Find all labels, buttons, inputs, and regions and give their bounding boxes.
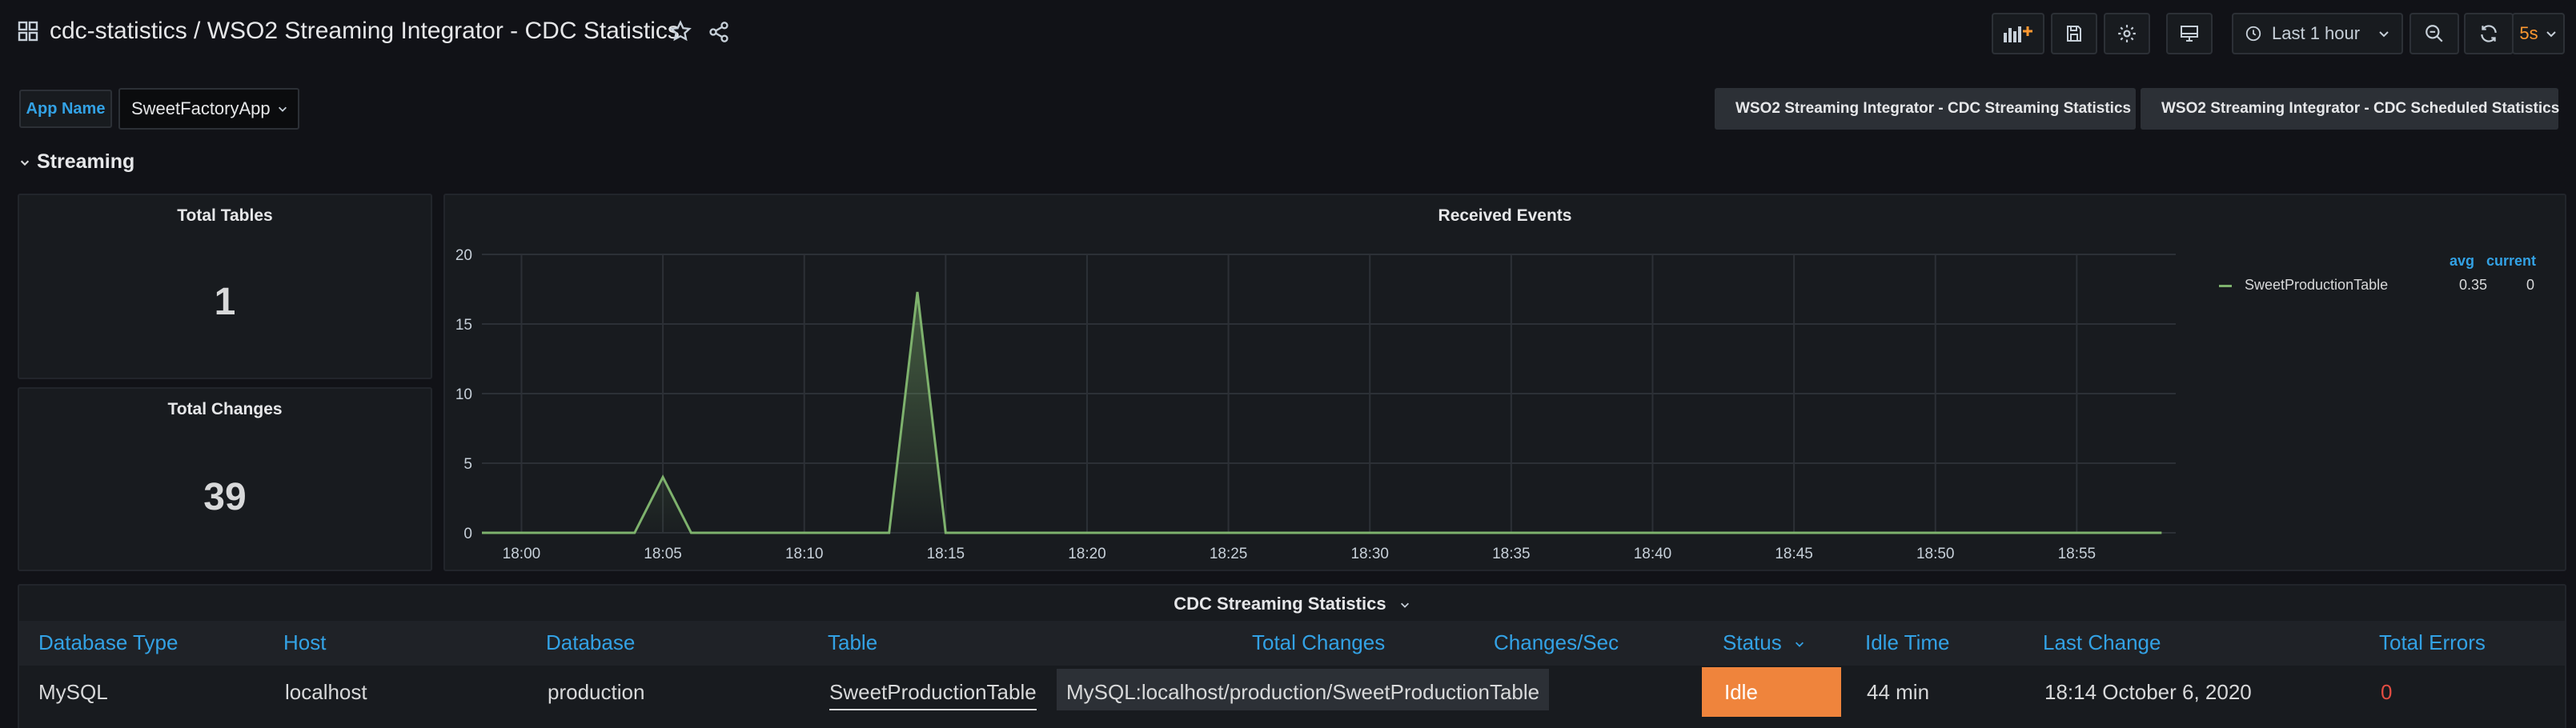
col-table[interactable]: Table bbox=[828, 630, 877, 655]
cell-total-errors: 0 bbox=[2381, 680, 2393, 704]
series-line bbox=[482, 291, 2162, 534]
cell-last-change: 18:14 October 6, 2020 bbox=[2044, 680, 2252, 704]
link-cdc-streaming-statistics[interactable]: WSO2 Streaming Integrator - CDC Streamin… bbox=[1715, 88, 2136, 130]
link-cdc-scheduled-statistics[interactable]: WSO2 Streaming Integrator - CDC Schedule… bbox=[2141, 88, 2560, 130]
legend-current-value: 0 bbox=[2526, 277, 2535, 293]
panel-title: Total Changes bbox=[167, 400, 283, 418]
add-panel-icon bbox=[2004, 26, 2032, 42]
refresh-interval-picker[interactable]: 5s bbox=[2512, 13, 2565, 54]
series-area bbox=[482, 291, 2162, 533]
add-panel-button[interactable] bbox=[1992, 13, 2044, 54]
dashboard-settings-button[interactable] bbox=[2104, 13, 2150, 54]
total-tables-panel: Total Tables 1 bbox=[18, 194, 432, 379]
col-database-type[interactable]: Database Type bbox=[38, 630, 178, 655]
clock-icon bbox=[2245, 26, 2261, 42]
time-range-label: Last 1 hour bbox=[2272, 23, 2361, 43]
x-tick-label: 18:15 bbox=[927, 546, 965, 562]
chevron-down-icon bbox=[2379, 31, 2389, 38]
cell-database: production bbox=[548, 680, 645, 704]
cell-idle-time: 44 min bbox=[1867, 680, 1930, 704]
panel-title: Total Tables bbox=[177, 206, 273, 225]
chevron-down-icon bbox=[278, 106, 287, 112]
row-title: Streaming bbox=[37, 150, 135, 173]
refresh-icon bbox=[2481, 25, 2497, 42]
save-dashboard-button[interactable] bbox=[2051, 13, 2097, 54]
x-tick-label: 18:05 bbox=[644, 546, 682, 562]
x-tick-label: 18:55 bbox=[2058, 546, 2097, 562]
cdc-streaming-statistics-panel: CDC Streaming Statistics Database Type H… bbox=[18, 584, 2566, 728]
x-tick-label: 18:25 bbox=[1210, 546, 1248, 562]
legend-series-swatch[interactable] bbox=[2219, 285, 2232, 287]
status-badge-idle: Idle bbox=[1702, 667, 1841, 717]
cell-database-type: MySQL bbox=[38, 680, 108, 704]
share-icon[interactable] bbox=[708, 21, 730, 47]
refresh-button[interactable] bbox=[2464, 13, 2514, 54]
col-status[interactable]: Status bbox=[1723, 630, 1805, 655]
total-changes-value: 39 bbox=[203, 476, 247, 518]
zoom-out-icon bbox=[2426, 25, 2443, 42]
col-changes-per-sec[interactable]: Changes/Sec bbox=[1494, 630, 1619, 655]
total-tables-value: 1 bbox=[214, 281, 236, 323]
legend-current-header: current bbox=[2486, 253, 2537, 269]
col-idle-time[interactable]: Idle Time bbox=[1865, 630, 1950, 655]
x-tick-label: 18:45 bbox=[1775, 546, 1813, 562]
chevron-down-icon bbox=[2546, 31, 2556, 38]
y-tick-label: 20 bbox=[455, 247, 472, 264]
received-events-chart: 0 5 10 15 20 18:00 18:05 18:10 18:15 18:20 18:25 1… bbox=[455, 247, 2176, 562]
legend-avg-value: 0.35 bbox=[2459, 277, 2488, 293]
chevron-down-icon bbox=[1400, 602, 1409, 609]
app-name-value: SweetFactoryApp bbox=[131, 98, 271, 118]
gear-icon bbox=[2118, 25, 2136, 42]
col-host[interactable]: Host bbox=[283, 630, 326, 655]
col-last-change[interactable]: Last Change bbox=[2043, 630, 2161, 655]
y-tick-label: 10 bbox=[455, 386, 472, 403]
x-tick-label: 18:35 bbox=[1492, 546, 1531, 562]
cell-table-detail: MySQL:localhost/production/SweetProducti… bbox=[1057, 669, 1550, 710]
dashboard-title[interactable]: cdc-statistics / WSO2 Streaming Integrat… bbox=[50, 18, 680, 45]
time-range-picker[interactable]: Last 1 hour bbox=[2232, 13, 2403, 54]
star-icon[interactable] bbox=[669, 20, 692, 46]
x-tick-label: 18:10 bbox=[785, 546, 824, 562]
link-label: WSO2 Streaming Integrator - CDC Schedule… bbox=[2161, 100, 2560, 117]
total-changes-panel: Total Changes 39 bbox=[18, 387, 432, 571]
x-tick-label: 18:50 bbox=[1916, 546, 1955, 562]
top-bar: cdc-statistics / WSO2 Streaming Integrat… bbox=[0, 0, 2576, 67]
sort-desc-icon bbox=[1795, 642, 1804, 647]
cell-table-link[interactable]: SweetProductionTable bbox=[829, 669, 1037, 710]
zoom-out-button[interactable] bbox=[2409, 13, 2459, 54]
x-tick-label: 18:20 bbox=[1068, 546, 1106, 562]
x-tick-label: 18:30 bbox=[1350, 546, 1389, 562]
panel-title[interactable]: CDC Streaming Statistics bbox=[19, 594, 2565, 614]
view-mode-button[interactable] bbox=[2166, 13, 2213, 54]
link-label: WSO2 Streaming Integrator - CDC Streamin… bbox=[1735, 100, 2132, 117]
x-tick-label: 18:40 bbox=[1634, 546, 1672, 562]
monitor-icon bbox=[2181, 26, 2198, 42]
y-tick-label: 5 bbox=[463, 456, 472, 473]
app-name-variable-label: App Name bbox=[19, 90, 112, 128]
col-total-changes[interactable]: Total Changes bbox=[1252, 630, 1385, 655]
cell-host: localhost bbox=[285, 680, 367, 704]
row-toggle-streaming[interactable]: Streaming bbox=[19, 150, 134, 174]
x-tick-label: 18:00 bbox=[503, 546, 541, 562]
chevron-down-icon bbox=[20, 160, 30, 166]
legend-series-name[interactable]: SweetProductionTable bbox=[2245, 277, 2388, 294]
legend-avg-header: avg bbox=[2450, 253, 2475, 269]
col-total-errors[interactable]: Total Errors bbox=[2379, 630, 2486, 655]
refresh-interval-value: 5s bbox=[2519, 23, 2538, 43]
y-tick-label: 15 bbox=[455, 317, 472, 334]
y-tick-label: 0 bbox=[463, 526, 472, 542]
col-database[interactable]: Database bbox=[546, 630, 635, 655]
dashboards-grid-icon[interactable] bbox=[18, 21, 38, 46]
app-name-select[interactable]: SweetFactoryApp bbox=[118, 88, 299, 130]
save-icon bbox=[2067, 26, 2081, 42]
